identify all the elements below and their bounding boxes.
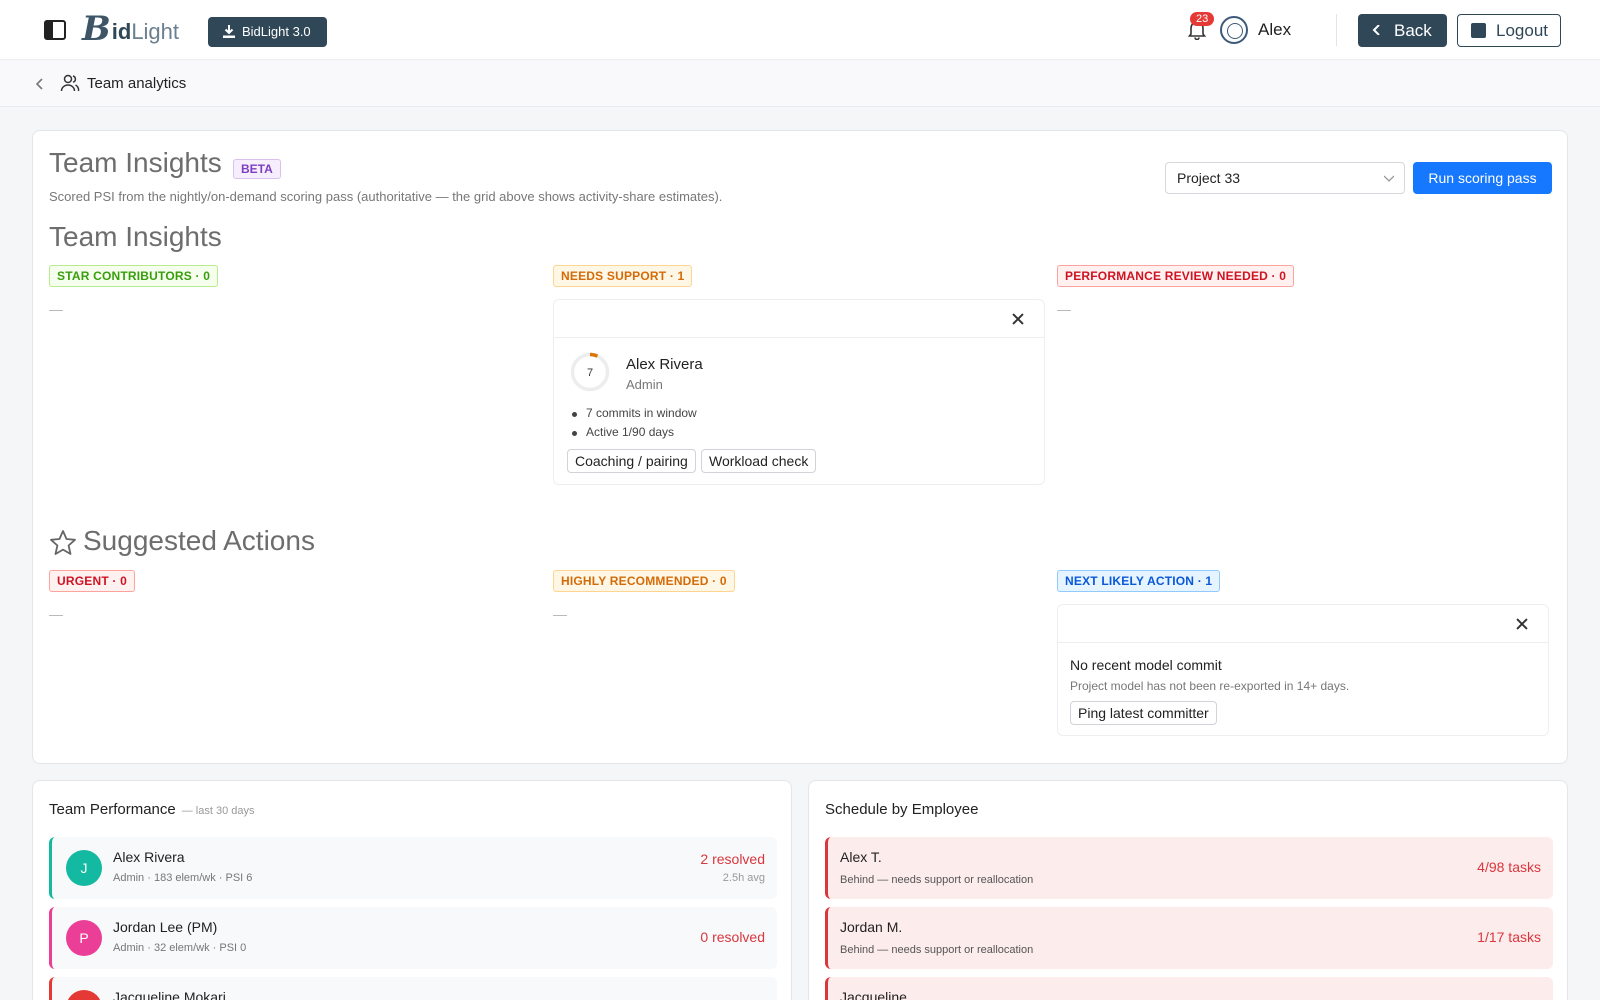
action-card: No recent model commit Project model has… bbox=[1057, 604, 1549, 736]
avatar bbox=[66, 990, 102, 1000]
bidlight-logo[interactable]: B id Light bbox=[82, 10, 179, 46]
close-icon[interactable] bbox=[1012, 313, 1024, 325]
chevron-down-icon bbox=[1384, 175, 1394, 182]
insights-subtitle: Scored PSI from the nightly/on-demand sc… bbox=[49, 189, 723, 204]
logo-mark: B bbox=[82, 9, 111, 49]
action-title: No recent model commit bbox=[1070, 657, 1222, 673]
logo-text-light: Light bbox=[131, 19, 180, 44]
score-value: 7 bbox=[587, 367, 593, 379]
avg-time: 2.5h avg bbox=[722, 872, 765, 884]
beta-badge: BETA bbox=[233, 159, 281, 179]
row-meta: Admin · 183 elem/wk · PSI 6 bbox=[113, 872, 253, 884]
suggested-actions-title: Suggested Actions bbox=[83, 525, 315, 556]
workload-check-chip[interactable]: Workload check bbox=[701, 449, 817, 473]
reason-list: 7 commits in window Active 1/90 days bbox=[568, 406, 697, 444]
divider bbox=[1336, 14, 1337, 46]
empty-placeholder: — bbox=[49, 301, 63, 317]
coaching-pairing-chip[interactable]: Coaching / pairing bbox=[567, 449, 696, 473]
task-count: 4/98 tasks bbox=[1477, 859, 1541, 875]
insights-title: Team Insights bbox=[49, 147, 222, 178]
row-name: Alex Rivera bbox=[113, 849, 185, 865]
star-icon bbox=[50, 530, 76, 555]
table-row[interactable]: J Alex Rivera Admin · 183 elem/wk · PSI … bbox=[49, 837, 777, 899]
schedule-panel: Schedule by Employee Alex T. Behind — ne… bbox=[808, 780, 1568, 1000]
list-item: Active 1/90 days bbox=[568, 425, 697, 444]
logout-icon bbox=[1471, 23, 1486, 38]
table-row[interactable]: Jacqueline Mokari bbox=[49, 977, 777, 1000]
back-button[interactable]: Back bbox=[1358, 14, 1447, 47]
empty-placeholder: — bbox=[1057, 301, 1071, 317]
support-person-card: 7 Alex Rivera Admin 7 commits in window … bbox=[553, 299, 1045, 485]
top-bar: B id Light BidLight 3.0 23 Alex Back Log… bbox=[0, 0, 1600, 60]
action-subtitle: Project model has not been re-exported i… bbox=[1070, 679, 1350, 693]
task-count: 1/17 tasks bbox=[1477, 929, 1541, 945]
employee-name: Jacqueline bbox=[840, 989, 907, 1000]
performance-review-tag: PERFORMANCE REVIEW NEEDED · 0 bbox=[1057, 265, 1295, 287]
panel-subtitle: — last 30 days bbox=[181, 805, 255, 817]
employee-name: Jordan M. bbox=[840, 919, 903, 935]
empty-placeholder: — bbox=[553, 606, 567, 622]
person-name[interactable]: Alex Rivera bbox=[626, 356, 703, 373]
urgent-tag: URGENT · 0 bbox=[49, 570, 136, 592]
avatar: P bbox=[66, 920, 102, 956]
notification-badge: 23 bbox=[1190, 12, 1215, 26]
row-meta: Admin · 32 elem/wk · PSI 0 bbox=[113, 942, 247, 954]
download-bidlight-button[interactable]: BidLight 3.0 bbox=[208, 17, 327, 47]
row-name: Jacqueline Mokari bbox=[113, 989, 226, 1000]
team-performance-panel: Team Performance — last 30 days J Alex Ri… bbox=[32, 780, 792, 1000]
person-role: Admin bbox=[626, 377, 663, 392]
table-row[interactable]: P Jordan Lee (PM) Admin · 32 elem/wk · P… bbox=[49, 907, 777, 969]
needs-support-tag: NEEDS SUPPORT · 1 bbox=[553, 265, 693, 287]
card-header bbox=[1058, 605, 1548, 643]
highly-recommended-tag: HIGHLY RECOMMENDED · 0 bbox=[553, 570, 735, 592]
chevron-left-icon[interactable] bbox=[34, 77, 46, 91]
panel-title-text: Team Performance bbox=[49, 801, 176, 818]
ping-committer-chip[interactable]: Ping latest committer bbox=[1070, 701, 1217, 725]
sidebar-toggle-icon[interactable] bbox=[44, 20, 66, 40]
avatar: J bbox=[66, 850, 102, 886]
back-label: Back bbox=[1394, 21, 1432, 40]
download-label: BidLight 3.0 bbox=[242, 24, 311, 39]
panel-title: Schedule by Employee bbox=[825, 801, 979, 818]
logout-label: Logout bbox=[1496, 21, 1548, 40]
project-select-value: Project 33 bbox=[1177, 170, 1241, 186]
card-header bbox=[554, 300, 1044, 338]
star-contributors-tag: STAR CONTRIBUTORS · 0 bbox=[49, 265, 219, 287]
resolved-count: 2 resolved bbox=[700, 851, 765, 867]
empty-placeholder: — bbox=[49, 606, 63, 622]
project-select[interactable]: Project 33 bbox=[1165, 162, 1405, 194]
download-icon bbox=[223, 25, 235, 38]
team-icon bbox=[60, 74, 80, 92]
row-name: Jordan Lee (PM) bbox=[113, 919, 218, 935]
list-item: 7 commits in window bbox=[568, 406, 697, 425]
logout-button[interactable]: Logout bbox=[1457, 14, 1561, 47]
schedule-status: Behind — needs support or reallocation bbox=[840, 874, 1034, 886]
chevron-left-icon bbox=[1372, 25, 1380, 35]
next-likely-action-tag: NEXT LIKELY ACTION · 1 bbox=[1057, 570, 1221, 592]
avatar[interactable] bbox=[1220, 16, 1248, 44]
table-row[interactable]: Alex T. Behind — needs support or reallo… bbox=[825, 837, 1553, 899]
table-row[interactable]: Jordan M. Behind — needs support or real… bbox=[825, 907, 1553, 969]
resolved-count: 0 resolved bbox=[700, 929, 765, 945]
close-icon[interactable] bbox=[1516, 618, 1528, 630]
breadcrumb: Team analytics bbox=[0, 61, 1600, 107]
run-scoring-pass-button[interactable]: Run scoring pass bbox=[1413, 162, 1552, 194]
logo-text-bold: id bbox=[111, 19, 132, 44]
table-row[interactable]: Jacqueline bbox=[825, 977, 1553, 1000]
page-title: Team analytics bbox=[87, 75, 187, 92]
team-insights-card: Team Insights BETA Scored PSI from the n… bbox=[32, 130, 1568, 764]
score-ring: 7 bbox=[570, 352, 610, 392]
schedule-status: Behind — needs support or reallocation bbox=[840, 944, 1034, 956]
section-title: Team Insights bbox=[49, 221, 222, 252]
employee-name: Alex T. bbox=[840, 849, 882, 865]
panel-title: Team Performance — last 30 days bbox=[49, 801, 254, 818]
user-name[interactable]: Alex bbox=[1258, 20, 1291, 40]
